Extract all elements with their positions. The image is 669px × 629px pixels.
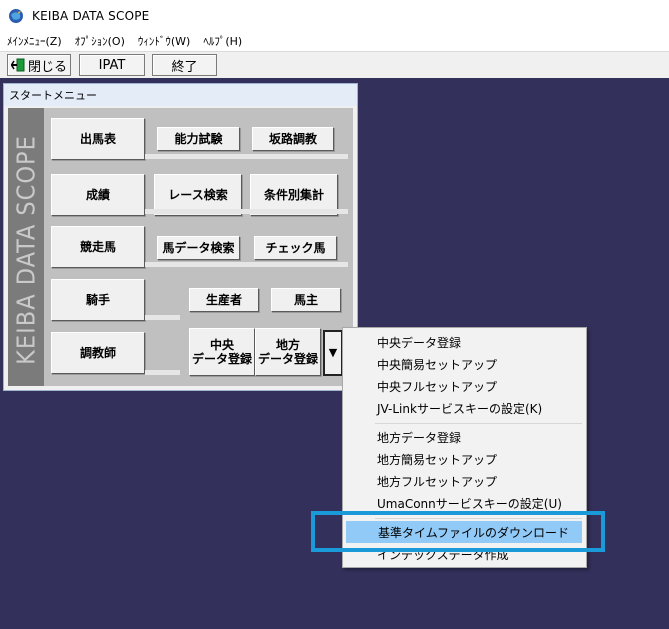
uma-data-search-button[interactable]: 馬データ検索 — [157, 236, 240, 260]
seisansha-label: 生産者 — [205, 293, 242, 307]
kyousouba-label: 競走馬 — [79, 240, 116, 254]
shutuba-button[interactable]: 出馬表 — [51, 118, 145, 160]
shutuba-label: 出馬表 — [79, 132, 116, 146]
chihou-data-touroku-button[interactable]: 地方 データ登録 — [255, 328, 321, 376]
side-brand-panel: KEIBA DATA SCOPE — [8, 108, 44, 386]
uma-search-label: 馬データ検索 — [162, 241, 235, 255]
banushi-label: 馬主 — [293, 293, 318, 307]
choukyoushi-button[interactable]: 調教師 — [51, 332, 145, 374]
seiseki-label: 成績 — [85, 188, 110, 202]
menu-item-jvlink-service-key[interactable]: JV-Linkサービスキーの設定(K) — [345, 397, 584, 419]
menu-window[interactable]: ｳｨﾝﾄﾞｳ(W) — [131, 33, 196, 49]
menu-item-chihou-kani-setup[interactable]: 地方簡易セットアップ — [345, 448, 584, 470]
close-button[interactable]: 閉じる — [7, 54, 71, 76]
chuou-label-line1: 中央 — [209, 338, 234, 352]
toolbar: 閉じる IPAT 終了 — [0, 51, 669, 79]
app-logo-icon — [9, 8, 23, 23]
menu-bar: ﾒｲﾝﾒﾆｭｰ(Z) ｵﾌﾟｼｮﾝ(O) ｳｨﾝﾄﾞｳ(W) ﾍﾙﾌﾟ(H) — [0, 31, 669, 51]
menu-item-chuou-full-setup[interactable]: 中央フルセットアップ — [345, 375, 584, 397]
door-exit-icon — [10, 58, 25, 72]
row-divider — [145, 262, 348, 267]
hanro-label: 坂路調教 — [268, 132, 317, 146]
start-menu-window: スタートメニュー KEIBA DATA SCOPE 出馬表 能力試験 坂路調教 … — [3, 83, 358, 391]
nouryoku-label: 能力試験 — [174, 132, 223, 146]
kishu-button[interactable]: 騎手 — [51, 279, 145, 321]
menu-item-chuou-kani-setup[interactable]: 中央簡易セットアップ — [345, 353, 584, 375]
menu-options[interactable]: ｵﾌﾟｼｮﾝ(O) — [68, 33, 131, 49]
menu-separator — [375, 423, 582, 424]
menu-main[interactable]: ﾒｲﾝﾒﾆｭｰ(Z) — [0, 33, 68, 49]
nouryoku-shiken-button[interactable]: 能力試験 — [157, 127, 240, 151]
row-divider — [145, 315, 180, 320]
menu-item-chihou-data-touroku[interactable]: 地方データ登録 — [345, 426, 584, 448]
banushi-button[interactable]: 馬主 — [271, 288, 341, 312]
exit-button-label: 終了 — [171, 59, 198, 75]
row-divider — [145, 154, 348, 159]
kyousouba-button[interactable]: 競走馬 — [51, 226, 145, 268]
chuou-data-touroku-button[interactable]: 中央 データ登録 — [189, 328, 255, 376]
data-menu-dropdown-button[interactable]: ▼ — [323, 330, 343, 376]
chihou-label-line2: データ登録 — [257, 352, 318, 366]
close-button-label: 閉じる — [27, 59, 67, 75]
ipat-button-label: IPAT — [98, 57, 126, 73]
check-uma-button[interactable]: チェック馬 — [254, 236, 337, 260]
start-menu-title-bar[interactable]: スタートメニュー — [4, 84, 357, 106]
side-brand-label: KEIBA DATA SCOPE — [11, 135, 41, 365]
check-uma-label: チェック馬 — [265, 241, 326, 255]
chihou-label-line1: 地方 — [275, 338, 300, 352]
seiseki-button[interactable]: 成績 — [51, 174, 145, 216]
annotation-highlight-box — [311, 511, 605, 552]
menu-item-chuou-data-touroku[interactable]: 中央データ登録 — [345, 331, 584, 353]
ipat-button[interactable]: IPAT — [79, 54, 145, 76]
window-title: KEIBA DATA SCOPE — [32, 8, 150, 23]
menu-item-chihou-full-setup[interactable]: 地方フルセットアップ — [345, 470, 584, 492]
button-panel: 出馬表 能力試験 坂路調教 成績 レース検索 条件別集計 競走馬 馬データ検索 … — [44, 108, 353, 386]
start-menu-title: スタートメニュー — [9, 89, 97, 102]
choukyoushi-label: 調教師 — [79, 346, 116, 360]
row-divider — [145, 209, 348, 214]
kishu-label: 騎手 — [85, 293, 110, 307]
row-divider — [145, 370, 180, 375]
menu-help[interactable]: ﾍﾙﾌﾟ(H) — [196, 33, 248, 49]
race-search-label: レース検索 — [168, 188, 228, 202]
jouken-label: 条件別集計 — [263, 188, 324, 202]
seisansha-button[interactable]: 生産者 — [189, 288, 259, 312]
title-bar: KEIBA DATA SCOPE — [0, 0, 669, 31]
chuou-label-line2: データ登録 — [191, 352, 252, 366]
hanro-choukyou-button[interactable]: 坂路調教 — [252, 127, 334, 151]
dropdown-arrow-icon: ▼ — [328, 346, 338, 359]
exit-button[interactable]: 終了 — [152, 54, 217, 76]
